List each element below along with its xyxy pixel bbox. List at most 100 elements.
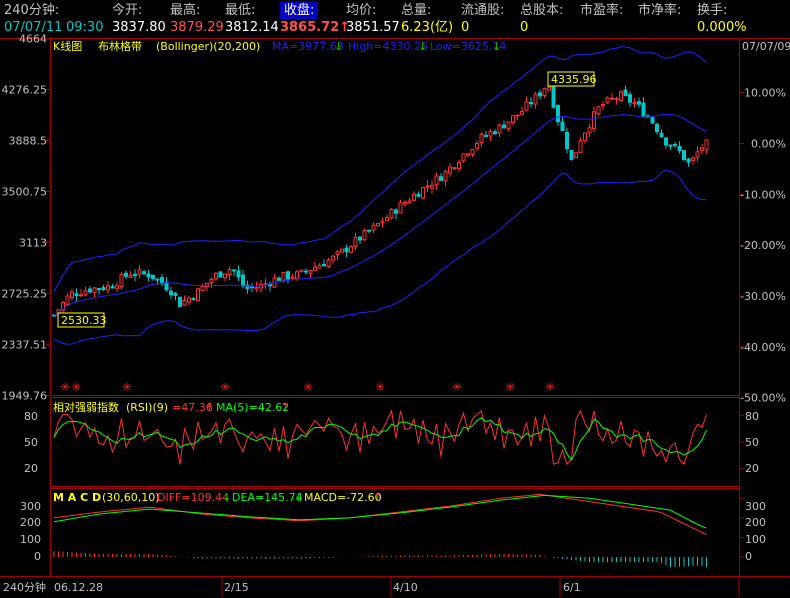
candle-body — [124, 272, 128, 277]
candle-body — [317, 264, 322, 269]
x-label-4: 6/1 — [563, 581, 581, 594]
candle-body — [484, 134, 488, 137]
candle-body — [137, 269, 142, 275]
candle-body — [191, 297, 196, 300]
candle-body — [281, 271, 286, 281]
signal-star-5: ✳ — [375, 380, 385, 394]
candle-body — [565, 132, 569, 149]
candle-body — [74, 293, 79, 296]
signal-star-1: ✳ — [71, 380, 81, 394]
rsi-left-tick-20: 20 — [24, 462, 38, 475]
pct-tick-5: -40.00% — [740, 341, 786, 354]
candle-body — [700, 147, 704, 151]
candle-body — [520, 110, 524, 115]
candle-body — [295, 271, 299, 280]
dea-arrow: ↓ — [294, 491, 303, 504]
candle-body — [232, 269, 236, 272]
candle-body — [146, 273, 151, 278]
candle-body — [367, 229, 371, 232]
candle-body — [430, 184, 434, 189]
high-arrow: ↓ — [418, 40, 427, 53]
signal-star-7: ✳ — [505, 380, 515, 394]
macd-left-tick-0: 0 — [34, 550, 41, 563]
macd-tick-0: 0 — [745, 550, 752, 563]
signal-star-6: ✳ — [452, 380, 462, 394]
candle-body — [371, 224, 376, 231]
price-tick-6: 2337.51 — [2, 338, 48, 351]
candle-body — [605, 97, 610, 104]
candle-body — [83, 290, 88, 296]
candle-body — [448, 166, 452, 174]
candle-body — [664, 137, 668, 146]
macd-arrow: ↑ — [373, 491, 382, 504]
price-tick-5: 2725.25 — [2, 288, 48, 301]
candle-body — [515, 114, 520, 117]
low-arrow: ↓ — [492, 40, 501, 53]
candle-body — [277, 277, 281, 281]
k-line-label: K线图 — [53, 39, 82, 53]
candle-body — [173, 292, 178, 296]
price-tick-1: 4276.25 — [2, 84, 48, 97]
rsi-tick-80: 80 — [745, 410, 759, 423]
rsi-ma-value: MA(5)=42.62 — [216, 401, 289, 414]
macd-left-tick-300: 300 — [20, 500, 41, 513]
candle-body — [533, 93, 538, 105]
candle-body — [497, 124, 502, 134]
candle-body — [502, 124, 506, 129]
rsi-left-tick-50: 50 — [24, 436, 38, 449]
candle-body — [668, 144, 673, 147]
candle-body — [452, 167, 457, 170]
candle-body — [457, 162, 461, 170]
macd-tick-200: 200 — [745, 516, 766, 529]
candle-body — [290, 276, 295, 279]
candle-body — [322, 263, 326, 267]
candle-body — [304, 270, 308, 273]
top-date: 07/07/09 — [742, 40, 790, 53]
stock-chart[interactable]: ✳ ✳ ✳ ✳ ✳ ✳ ✳ ✳ ✳ 46644276.253888.53500.75311327… — [0, 0, 790, 598]
candle-body — [187, 297, 191, 303]
candle-body — [196, 288, 200, 302]
candle-body — [551, 84, 556, 108]
rsi-param: (RSI)(9) — [126, 401, 168, 414]
candle-body — [133, 273, 137, 277]
candle-body — [115, 285, 119, 289]
signal-stars: ✳ ✳ ✳ ✳ ✳ ✳ ✳ ✳ ✳ — [60, 380, 555, 394]
rsi-line — [53, 409, 707, 466]
candle-body — [655, 123, 659, 133]
candle-body — [349, 246, 353, 253]
candle-body — [178, 296, 182, 307]
candle-body — [421, 187, 425, 199]
candle-body — [97, 287, 101, 290]
macd-tick-300: 300 — [745, 500, 766, 513]
candle-body — [227, 269, 232, 276]
rsi-tick-50: 50 — [745, 436, 759, 449]
candle-body — [376, 223, 380, 227]
macd-name: M A C D — [53, 491, 101, 504]
candle-body — [403, 201, 407, 205]
candle-body — [673, 143, 677, 146]
candle-body — [389, 208, 394, 219]
candle-body — [335, 251, 340, 255]
candle-body — [614, 97, 619, 100]
candle-body — [601, 103, 605, 107]
x-axis-corner: 240分钟 — [3, 580, 46, 594]
candle-body — [407, 200, 412, 203]
candle-body — [632, 102, 637, 105]
signal-star-8: ✳ — [545, 380, 555, 394]
candle-body — [470, 148, 475, 156]
candle-body — [695, 151, 700, 158]
candle-body — [443, 170, 448, 182]
macd-tick-100: 100 — [745, 533, 766, 546]
signal-star-2: ✳ — [122, 380, 132, 394]
candle-body — [650, 116, 655, 124]
candle-body — [583, 132, 587, 142]
main-panel-frame — [50, 38, 740, 396]
signal-star-3: ✳ — [220, 380, 230, 394]
price-tick-7: 1949.76 — [2, 390, 48, 403]
indicator-name: 布林格带 — [98, 39, 142, 53]
candle-body — [529, 101, 533, 105]
candle-body — [524, 101, 529, 111]
candle-body — [353, 236, 358, 247]
macd-diff: DIFF=109.44 — [157, 491, 229, 504]
candle-body — [682, 150, 686, 161]
